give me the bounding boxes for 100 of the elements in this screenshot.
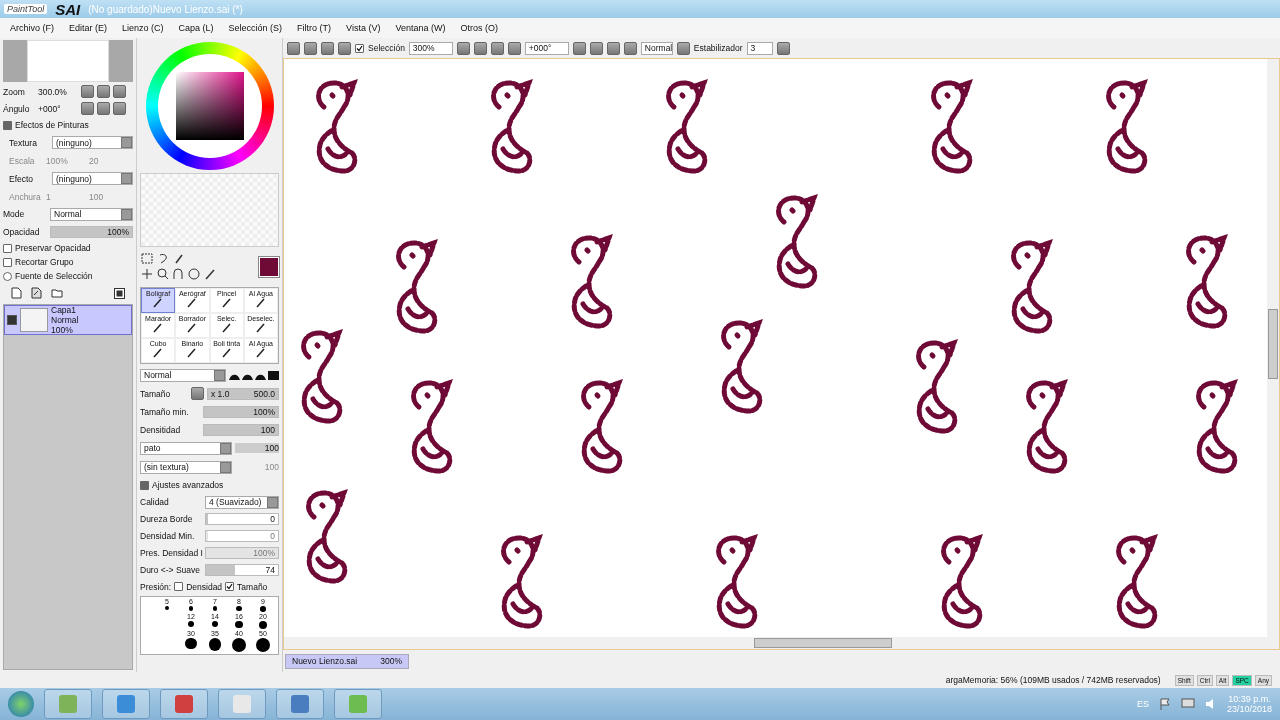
- mode-label: Mode: [3, 209, 26, 219]
- pen-icon: [152, 322, 165, 334]
- checkbox[interactable]: [174, 582, 184, 591]
- field-label: Duro <-> Suave: [140, 565, 201, 575]
- menu-item[interactable]: Vista (V): [346, 23, 381, 33]
- memory-status: argaMemoria: 56% (109MB usados / 742MB reservados): [945, 675, 1161, 685]
- collapse-toggle[interactable]: [3, 120, 12, 130]
- flip-button[interactable]: [676, 41, 690, 55]
- dropdown[interactable]: (ninguno): [52, 172, 133, 185]
- dropdown-button[interactable]: [456, 41, 470, 55]
- stabilizer-label: Estabilizador: [693, 43, 743, 53]
- mode-field[interactable]: Normal: [640, 41, 673, 55]
- menu-item[interactable]: Capa (L): [178, 23, 214, 33]
- color-square[interactable]: [175, 72, 244, 140]
- blend-mode-dropdown[interactable]: Normal: [50, 207, 133, 221]
- field-label: Densidad Min.: [140, 531, 196, 541]
- reset-button[interactable]: [113, 85, 126, 98]
- quality-dropdown[interactable]: 4 (Suavizado): [205, 495, 279, 509]
- menu-item[interactable]: Ventana (W): [395, 23, 446, 33]
- option-label: Preservar Opacidad: [15, 243, 91, 253]
- checkbox[interactable]: [3, 243, 12, 253]
- primary-color-swatch[interactable]: [259, 257, 279, 277]
- rotate-left-button[interactable]: [81, 102, 94, 115]
- canvas-tab[interactable]: Nuevo Lienzo.sai 300%: [285, 653, 409, 669]
- rotate-right-button[interactable]: [97, 102, 110, 115]
- layer-name: Capa1: [51, 305, 78, 315]
- slider[interactable]: 100%: [203, 405, 279, 418]
- field-value: 1: [46, 191, 52, 202]
- dropdown[interactable]: (ninguno): [52, 136, 133, 149]
- pressure-label: Presión:: [140, 581, 172, 592]
- layer-item[interactable]: Capa1 Normal 100%: [4, 305, 132, 335]
- start-button[interactable]: [8, 691, 34, 717]
- zoom-field[interactable]: 300%: [408, 41, 453, 55]
- section-title: Ajustes avanzados: [152, 480, 224, 490]
- reset-button[interactable]: [113, 102, 126, 115]
- undo-button[interactable]: [287, 41, 300, 55]
- zoom-out-button[interactable]: [81, 85, 94, 98]
- field-value: 100: [235, 443, 279, 453]
- app-logo-text: PaintTool: [4, 4, 48, 14]
- zoom-in-button[interactable]: [97, 85, 110, 98]
- brush-shape-dropdown[interactable]: pato: [140, 441, 232, 455]
- field-label: Anchura: [9, 191, 42, 202]
- slider[interactable]: 100: [203, 423, 279, 436]
- checkbox[interactable]: [3, 257, 12, 267]
- checkbox[interactable]: [355, 43, 364, 53]
- option-label: Tamaño: [237, 581, 268, 592]
- redo-button[interactable]: [304, 41, 317, 55]
- layer-mode: Normal: [51, 315, 79, 325]
- field-label: Dureza Borde: [140, 514, 194, 524]
- rotate-right-button[interactable]: [606, 41, 620, 55]
- app-icon: [117, 695, 135, 713]
- radio-button[interactable]: [3, 271, 12, 281]
- layer-thumbnail: [20, 308, 48, 332]
- menu-item[interactable]: Archivo (F): [10, 23, 54, 33]
- pen-icon: [254, 322, 267, 334]
- reset-button[interactable]: [507, 41, 521, 55]
- dropdown-button[interactable]: [776, 41, 790, 55]
- collapse-toggle[interactable]: [140, 480, 149, 490]
- reset-button[interactable]: [623, 41, 637, 55]
- toolbar-button[interactable]: [321, 41, 334, 55]
- taskbar-app-button[interactable]: [276, 689, 324, 719]
- brush-shape-icon[interactable]: [268, 370, 279, 380]
- app-icon: [349, 695, 367, 713]
- texture-dropdown[interactable]: (sin textura): [140, 460, 232, 474]
- min-size-label: Tamaño min.: [140, 406, 190, 417]
- new-layer-icon[interactable]: [11, 287, 22, 299]
- menu-item[interactable]: Otros (O): [460, 23, 498, 33]
- option-label: Fuente de Selección: [15, 271, 93, 281]
- taskbar-app-button[interactable]: [160, 689, 208, 719]
- new-vector-layer-icon[interactable]: [31, 287, 42, 299]
- pen-icon: [254, 347, 267, 359]
- zoom-in-button[interactable]: [490, 41, 504, 55]
- drawing-canvas[interactable]: [284, 59, 1267, 637]
- menu-item[interactable]: Selección (S): [228, 23, 283, 33]
- angle-value: +000°: [38, 103, 62, 114]
- folder-icon[interactable]: [51, 288, 63, 298]
- slider[interactable]: 74: [205, 564, 279, 576]
- slider[interactable]: 100%: [50, 226, 133, 238]
- mask-icon[interactable]: [114, 287, 125, 299]
- pen-icon: [220, 347, 233, 359]
- toolbar-button[interactable]: [338, 41, 351, 55]
- blend-mode-dropdown[interactable]: Normal: [140, 368, 226, 382]
- checkbox[interactable]: [225, 582, 235, 591]
- angle-field[interactable]: +000°: [524, 41, 569, 55]
- rotate-left-button[interactable]: [589, 41, 603, 55]
- menu-item[interactable]: Filtro (T): [297, 23, 332, 33]
- zoom-label: Zoom: [3, 86, 26, 97]
- slider[interactable]: x 1.0 500.0: [207, 387, 279, 400]
- zoom-out-button[interactable]: [473, 41, 487, 55]
- size-multiplier-button[interactable]: [191, 387, 204, 400]
- app-icon: [59, 695, 77, 713]
- window-title: (No guardado)Nuevo Lienzo.sai (*): [88, 3, 243, 15]
- flag-icon[interactable]: [1158, 698, 1171, 710]
- slider[interactable]: 0: [205, 513, 279, 525]
- menu-item[interactable]: Editar (E): [69, 23, 108, 33]
- menu-item[interactable]: Lienzo (C): [122, 23, 164, 33]
- angle-label: Ángulo: [3, 103, 31, 114]
- app-icon: [233, 695, 251, 713]
- dropdown-button[interactable]: [572, 41, 586, 55]
- stabilizer-field[interactable]: 3: [746, 41, 773, 55]
